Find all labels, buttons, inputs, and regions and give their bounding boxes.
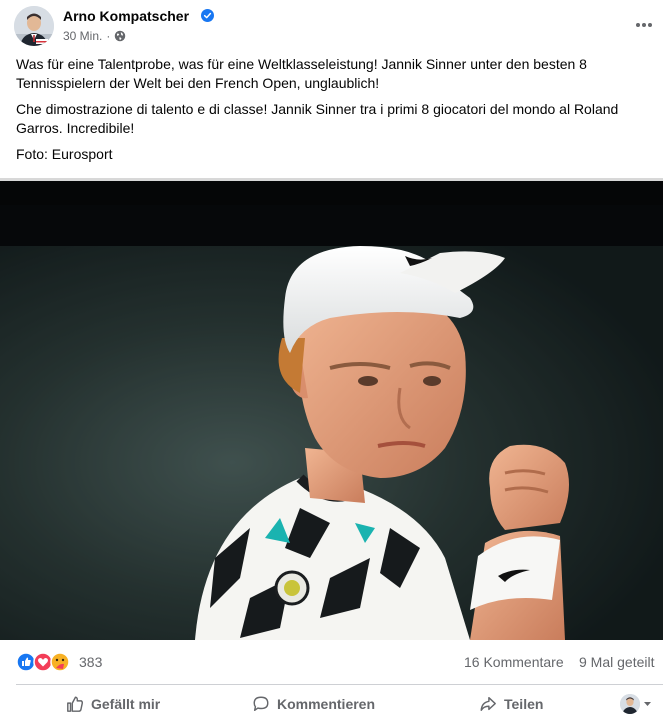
author-avatar[interactable]	[14, 6, 54, 46]
comment-button[interactable]: Kommentieren	[252, 690, 375, 718]
share-button-label: Teilen	[504, 696, 544, 712]
reaction-count[interactable]: 383	[79, 654, 102, 670]
more-options-button[interactable]	[630, 14, 658, 36]
reaction-icons[interactable]	[16, 652, 74, 672]
post-stats: 383 16 Kommentare 9 Mal geteilt	[0, 646, 663, 678]
verified-badge-icon	[201, 9, 214, 22]
post-text-german: Was für eine Talentprobe, was für eine W…	[16, 56, 587, 91]
like-button-label: Gefällt mir	[91, 696, 161, 712]
comments-count[interactable]: 16 Kommentare	[464, 654, 564, 670]
meta-separator: ·	[106, 29, 111, 43]
tennis-player-photo	[0, 205, 663, 640]
post-header: Arno Kompatscher 30 Min. ·	[0, 0, 663, 52]
thumbs-up-icon	[67, 696, 84, 712]
comment-button-label: Kommentieren	[277, 696, 376, 712]
care-icon	[50, 652, 70, 672]
share-button[interactable]: Teilen	[479, 690, 543, 718]
identity-avatar	[620, 694, 640, 714]
post-text: Was für eine Talentprobe, was für eine W…	[16, 55, 656, 171]
share-arrow-icon	[480, 696, 496, 712]
post-photo-credit: Foto: Eurosport	[16, 146, 113, 162]
chevron-down-icon	[644, 702, 651, 706]
like-button[interactable]: Gefällt mir	[66, 690, 160, 718]
comment-icon	[253, 696, 269, 712]
shares-count[interactable]: 9 Mal geteilt	[579, 654, 654, 670]
reaction-identity-selector[interactable]	[620, 693, 658, 715]
more-options-icon	[636, 23, 652, 27]
post-photo[interactable]	[0, 178, 663, 640]
actions-divider	[16, 684, 663, 685]
love-icon	[33, 652, 53, 672]
post-meta: 30 Min. ·	[63, 29, 126, 43]
post-timestamp[interactable]: 30 Min.	[63, 29, 102, 43]
globe-icon[interactable]	[114, 30, 126, 42]
post-text-italian: Che dimostrazione di talento e di classe…	[16, 101, 619, 136]
like-icon	[16, 652, 36, 672]
post-actions: Gefällt mir Kommentieren Teilen	[0, 688, 663, 720]
author-name[interactable]: Arno Kompatscher	[63, 8, 189, 24]
